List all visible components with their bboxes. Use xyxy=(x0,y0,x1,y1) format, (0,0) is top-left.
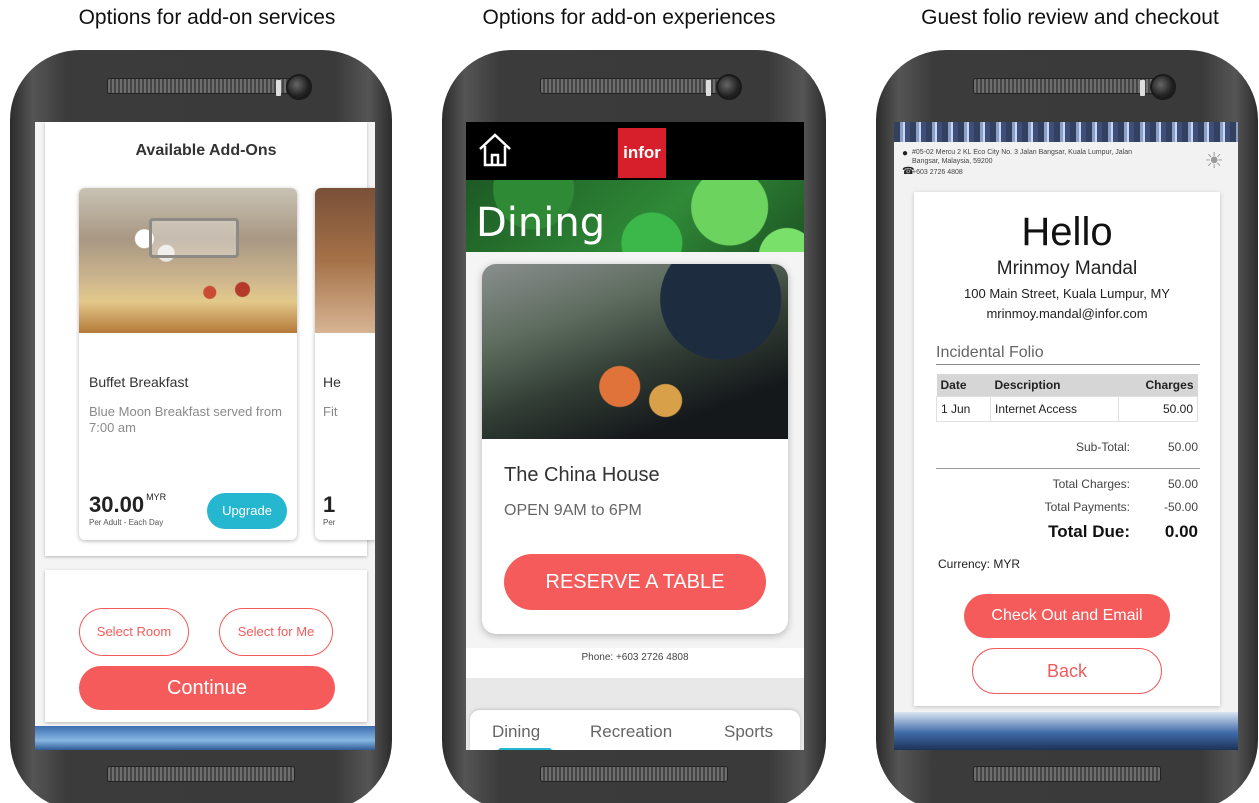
table-header-row: Date Description Charges xyxy=(936,374,1198,397)
subtotal-label: Sub-Total: xyxy=(1075,440,1130,454)
card-price: 1 xyxy=(323,492,336,517)
total-payments-label: Total Payments: xyxy=(1044,500,1130,514)
greeting: Hello xyxy=(1021,210,1113,254)
background-strip xyxy=(35,726,375,750)
price-value: 30.00 xyxy=(89,492,145,517)
actions-panel: Select Room Select for Me Continue xyxy=(45,570,367,722)
add-ons-panel: Available Add-Ons Buffet Breakfast Blue … xyxy=(45,122,375,556)
guest-address: 100 Main Street, Kuala Lumpur, MY xyxy=(964,286,1170,301)
column-header: Charges xyxy=(1118,374,1198,397)
hotel-address: #05-02 Mercu 2 KL Eco City No. 3 Jalan B… xyxy=(912,149,1132,165)
cell-date: 1 Jun xyxy=(936,396,991,422)
screen: ● #05-02 Mercu 2 KL Eco City No. 3 Jalan… xyxy=(894,122,1238,750)
sensor xyxy=(706,80,711,96)
tab-recreation[interactable]: Recreation xyxy=(590,722,672,742)
column-header: Date xyxy=(936,374,991,397)
phone-add-on-experiences: infor Dining The China House OPEN 9AM to… xyxy=(442,50,826,803)
tab-dining[interactable]: Dining xyxy=(492,722,540,742)
total-charges-label: Total Charges: xyxy=(1052,477,1130,491)
front-camera xyxy=(716,74,742,100)
caption-add-on-services: Options for add-on services xyxy=(78,6,336,29)
price-unit: Per xyxy=(323,518,336,527)
home-icon[interactable] xyxy=(476,130,514,170)
restaurant-name: The China House xyxy=(504,464,660,486)
price-unit: Per Adult - Each Day xyxy=(89,518,164,527)
restaurant-image xyxy=(482,264,788,439)
restaurant-hours: OPEN 9AM to 6PM xyxy=(504,502,642,519)
cell-charges: 50.00 xyxy=(1118,396,1198,422)
total-due-label: Total Due: xyxy=(1048,522,1130,541)
cell-description: Internet Access xyxy=(989,396,1120,422)
subtotal-value: 50.00 xyxy=(1167,440,1198,454)
guest-email: mrinmoy.mandal@infor.com xyxy=(986,306,1148,321)
card-image xyxy=(315,188,375,333)
column-header: Description xyxy=(990,374,1119,397)
restaurant-phone: Phone: +603 2726 4808 xyxy=(581,652,689,663)
sensor xyxy=(1140,80,1145,96)
caption-add-on-experiences: Options for add-on experiences xyxy=(482,6,776,29)
background-strip xyxy=(894,712,1238,750)
card-price: 30.00 MYR xyxy=(89,492,166,518)
table-row: 1 Jun Internet Access 50.00 xyxy=(936,396,1198,422)
speaker-grille xyxy=(107,78,295,94)
folio-table: Date Description Charges 1 Jun Internet … xyxy=(936,374,1198,422)
tab-sports[interactable]: Sports xyxy=(724,722,773,742)
card-description: Fit xyxy=(323,404,338,419)
screen: infor Dining The China House OPEN 9AM to… xyxy=(466,122,804,750)
buffet-image xyxy=(79,188,297,333)
hotel-banner xyxy=(894,122,1238,142)
folio-panel: Hello Mrinmoy Mandal 100 Main Street, Ku… xyxy=(914,192,1220,706)
total-payments-value: -50.00 xyxy=(1163,500,1198,514)
speaker-grille xyxy=(973,78,1161,94)
reserve-table-button[interactable]: RESERVE A TABLE xyxy=(504,554,766,610)
addon-card-next[interactable]: He Fit 1 Per xyxy=(315,188,375,540)
location-pin-icon: ● xyxy=(902,148,909,159)
card-title: He xyxy=(323,374,341,390)
folio-section-title: Incidental Folio xyxy=(936,344,1044,361)
select-for-me-button[interactable]: Select for Me xyxy=(219,608,333,656)
restaurant-card[interactable]: The China House OPEN 9AM to 6PM RESERVE … xyxy=(482,264,788,634)
total-charges-value: 50.00 xyxy=(1167,477,1198,491)
speaker-grille xyxy=(540,78,728,94)
hotel-phone: +603 2726 4808 xyxy=(912,169,963,176)
continue-button[interactable]: Continue xyxy=(79,666,335,710)
hero-title: Dining xyxy=(476,200,606,246)
restaurant-area: The China House OPEN 9AM to 6PM RESERVE … xyxy=(466,252,804,648)
price-currency: MYR xyxy=(146,492,167,502)
check-out-email-button[interactable]: Check Out and Email xyxy=(964,594,1170,638)
app-header: infor xyxy=(466,122,804,180)
panel-title: Available Add-Ons xyxy=(135,142,277,159)
screen: Available Add-Ons Buffet Breakfast Blue … xyxy=(35,122,375,750)
addon-card-buffet[interactable]: Buffet Breakfast Blue Moon Breakfast ser… xyxy=(79,188,297,540)
bottom-speaker xyxy=(973,766,1161,782)
divider xyxy=(936,364,1200,365)
select-room-button[interactable]: Select Room xyxy=(79,608,189,656)
divider xyxy=(936,468,1200,469)
infor-logo: infor xyxy=(618,128,666,178)
sun-icon: ☀ xyxy=(1204,148,1224,173)
back-button[interactable]: Back xyxy=(972,648,1162,694)
bottom-speaker xyxy=(107,766,295,782)
active-tab-indicator xyxy=(498,748,552,750)
front-camera xyxy=(286,74,312,100)
sensor xyxy=(276,80,281,96)
total-due-value: 0.00 xyxy=(1164,522,1198,541)
phone-add-on-services: Available Add-Ons Buffet Breakfast Blue … xyxy=(10,50,392,803)
upgrade-button[interactable]: Upgrade xyxy=(207,493,287,529)
sneeze-guard xyxy=(149,218,239,258)
currency-label: Currency: MYR xyxy=(938,557,1021,571)
card-title: Buffet Breakfast xyxy=(89,374,189,390)
caption-folio-checkout: Guest folio review and checkout xyxy=(921,6,1219,29)
category-tabs: Dining Recreation Sports xyxy=(470,710,800,750)
guest-name: Mrinmoy Mandal xyxy=(996,258,1138,279)
front-camera xyxy=(1150,74,1176,100)
phone-folio-checkout: ● #05-02 Mercu 2 KL Eco City No. 3 Jalan… xyxy=(876,50,1258,803)
card-description: Blue Moon Breakfast served from 7:00 am xyxy=(89,404,282,435)
bottom-speaker xyxy=(540,766,728,782)
